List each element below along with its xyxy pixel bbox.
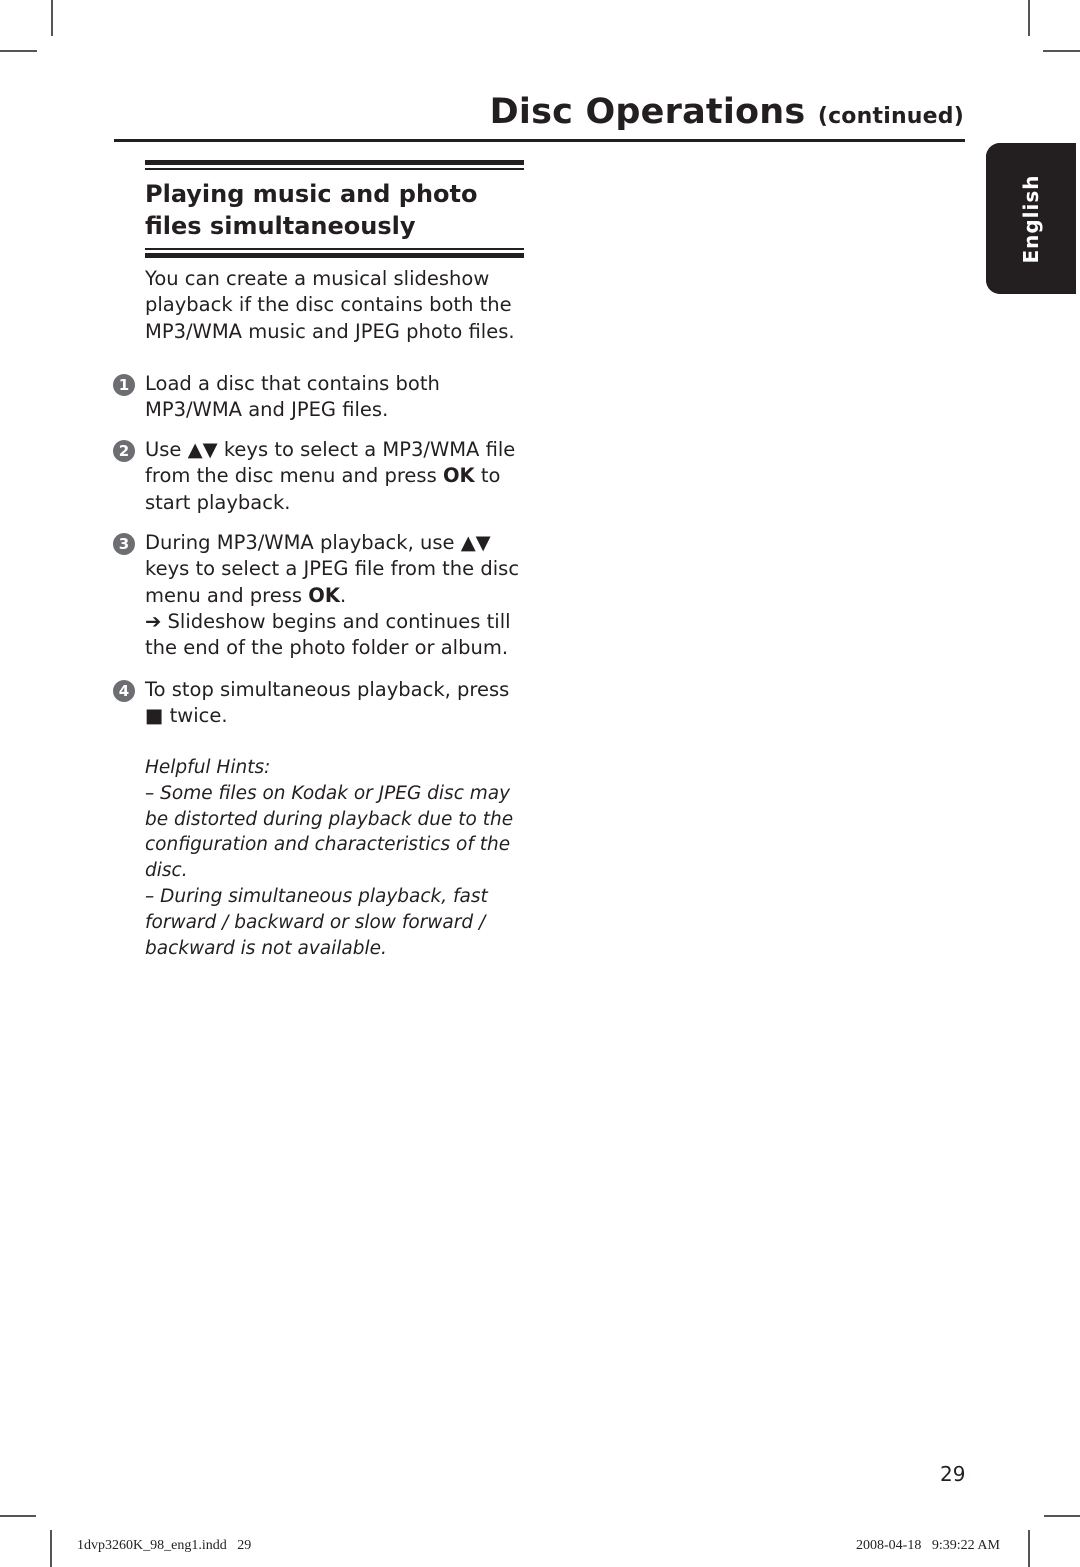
step-text: During MP3/WMA playback, use ▲▼ keys to … bbox=[145, 531, 520, 660]
crop-mark bbox=[50, 1530, 52, 1567]
hint-item: – Some files on Kodak or JPEG disc may b… bbox=[145, 782, 514, 882]
step-number-icon: 2 bbox=[113, 440, 135, 462]
crop-mark bbox=[1028, 1530, 1030, 1567]
header-rule bbox=[114, 139, 965, 142]
step-1: 1 Load a disc that contains both MP3/WMA… bbox=[113, 371, 533, 424]
language-tab: English bbox=[986, 143, 1076, 294]
crop-mark bbox=[1044, 1515, 1080, 1517]
step-number-icon: 4 bbox=[113, 680, 135, 702]
heading-rule-top-thin bbox=[145, 168, 524, 170]
header-title-continued: (continued) bbox=[817, 104, 964, 129]
hints-title: Helpful Hints: bbox=[145, 757, 271, 778]
step-3: 3 During MP3/WMA playback, use ▲▼ keys t… bbox=[113, 530, 533, 661]
crop-mark bbox=[51, 0, 53, 36]
language-tab-label: English bbox=[1019, 173, 1043, 264]
intro-paragraph: You can create a musical slideshow playb… bbox=[145, 267, 515, 343]
header-title-main: Disc Operations bbox=[489, 92, 806, 132]
step-number-icon: 1 bbox=[113, 374, 135, 396]
section-heading: Playing music and photo files simultaneo… bbox=[145, 160, 524, 258]
up-down-keys-icon: ▲▼ bbox=[460, 531, 491, 554]
heading-rule-bottom-thick bbox=[145, 253, 524, 258]
crop-mark bbox=[0, 1515, 36, 1517]
ok-key-label: OK bbox=[442, 464, 475, 488]
step-result: Slideshow begins and continues till the … bbox=[145, 609, 511, 660]
helpful-hints: Helpful Hints: – Some files on Kodak or … bbox=[145, 755, 535, 961]
step-text: Use ▲▼ keys to select a MP3/WMA file fro… bbox=[145, 438, 516, 514]
crop-mark bbox=[1028, 0, 1030, 36]
crop-mark bbox=[1043, 50, 1080, 52]
crop-mark bbox=[0, 50, 37, 52]
heading-rule-bottom-thin bbox=[145, 248, 524, 250]
step-2: 2 Use ▲▼ keys to select a MP3/WMA file f… bbox=[113, 437, 533, 516]
step-text: Load a disc that contains both MP3/WMA a… bbox=[145, 372, 440, 422]
slug-filename: 1dvp3260K_98_eng1.indd 29 bbox=[77, 1538, 252, 1553]
step-number-icon: 3 bbox=[113, 533, 135, 555]
slug-timestamp: 2008-04-18 9:39:22 AM bbox=[856, 1538, 1000, 1553]
stop-key-icon: ■ bbox=[145, 704, 164, 728]
section-title: Playing music and photo files simultaneo… bbox=[145, 180, 478, 240]
result-arrow-icon: ➔ bbox=[145, 609, 162, 633]
ok-key-label: OK bbox=[308, 583, 340, 607]
heading-rule-top-thick bbox=[145, 160, 524, 165]
hint-item: – During simultaneous playback, fast for… bbox=[145, 885, 488, 959]
up-down-keys-icon: ▲▼ bbox=[187, 438, 218, 461]
step-4: 4 To stop simultaneous playback, press ■… bbox=[113, 677, 533, 730]
step-text: To stop simultaneous playback, press ■ t… bbox=[145, 678, 510, 728]
page-number: 29 bbox=[940, 1462, 966, 1486]
page-header-title: Disc Operations (continued) bbox=[490, 92, 964, 132]
